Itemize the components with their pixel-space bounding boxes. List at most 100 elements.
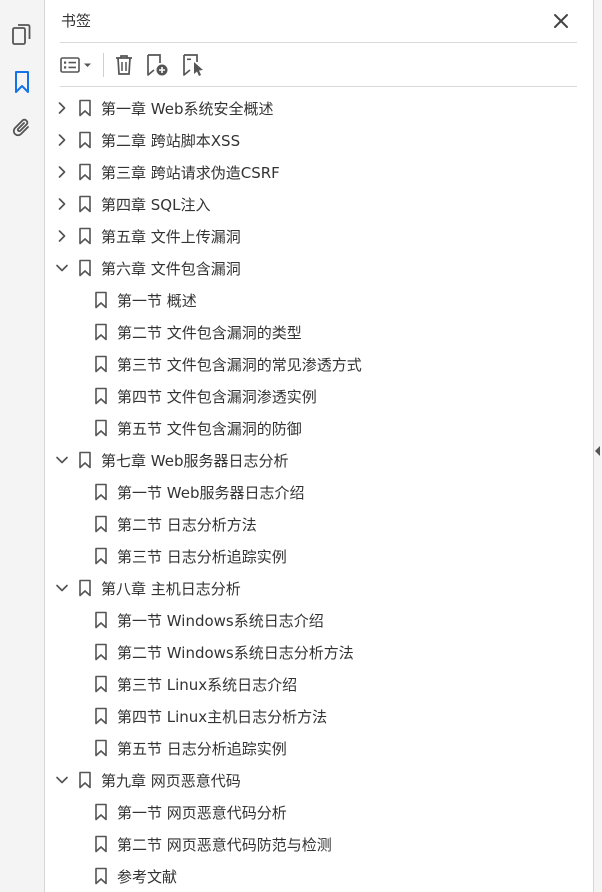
options-menu-button[interactable] xyxy=(59,51,97,79)
toolbar-divider xyxy=(60,86,577,87)
bookmark-label: 第一节 Web服务器日志介绍 xyxy=(117,484,305,502)
bookmark-label: 第一节 网页恶意代码分析 xyxy=(117,804,287,822)
bookmark-label: 第三节 日志分析追踪实例 xyxy=(117,548,287,566)
close-icon xyxy=(554,14,568,28)
bookmark-tree: 第一章 Web系统安全概述 第二章 跨站脚本XSS 第三章 跨站请求伪造CSRF 第四… xyxy=(45,92,593,892)
collapse-arrow-icon[interactable] xyxy=(595,446,600,456)
pages-icon[interactable] xyxy=(8,21,36,49)
bookmark-chapter-row[interactable]: 第五章 文件上传漏洞 xyxy=(45,220,593,252)
bookmark-section-row[interactable]: 第二节 Windows系统日志分析方法 xyxy=(45,636,593,668)
bookmark-icon xyxy=(78,99,92,117)
chevron-down-icon[interactable] xyxy=(55,453,69,467)
bookmark-chapter-row[interactable]: 第六章 文件包含漏洞 xyxy=(45,252,593,284)
bookmark-icon xyxy=(94,675,108,693)
bookmark-section-row[interactable]: 第一节 Windows系统日志介绍 xyxy=(45,604,593,636)
bookmark-icon xyxy=(78,227,92,245)
bookmark-section-row[interactable]: 第三节 文件包含漏洞的常见渗透方式 xyxy=(45,348,593,380)
bookmark-chapter-row[interactable]: 第二章 跨站脚本XSS xyxy=(45,124,593,156)
bookmark-icon xyxy=(94,867,108,885)
bookmark-icon[interactable] xyxy=(8,68,36,96)
bookmarks-toolbar xyxy=(45,44,593,86)
bookmark-label: 第五节 文件包含漏洞的防御 xyxy=(117,420,302,438)
bookmark-label: 第一章 Web系统安全概述 xyxy=(101,100,274,118)
bookmarks-panel: 书签 第一章 Web系统安全概述 第二章 跨站脚本XSS 第三章 跨站请求伪造C… xyxy=(45,0,593,892)
bookmark-label: 第二节 日志分析方法 xyxy=(117,516,257,534)
toolbar-separator xyxy=(103,53,104,77)
bookmark-section-row[interactable]: 第三节 日志分析追踪实例 xyxy=(45,540,593,572)
bookmark-icon xyxy=(94,323,108,341)
bookmark-label: 第三章 跨站请求伪造CSRF xyxy=(101,164,280,182)
bookmark-section-row[interactable]: 第四节 文件包含漏洞渗透实例 xyxy=(45,380,593,412)
bookmark-icon xyxy=(94,483,108,501)
chevron-right-icon[interactable] xyxy=(55,101,69,115)
bookmark-label: 第二章 跨站脚本XSS xyxy=(101,132,241,150)
bookmark-icon xyxy=(94,611,108,629)
bookmark-section-row[interactable]: 第二节 日志分析方法 xyxy=(45,508,593,540)
bookmark-icon xyxy=(94,355,108,373)
bookmark-section-row[interactable]: 第一节 网页恶意代码分析 xyxy=(45,796,593,828)
chevron-right-icon[interactable] xyxy=(55,165,69,179)
add-bookmark-icon xyxy=(147,54,168,76)
bookmark-chapter-row[interactable]: 第三章 跨站请求伪造CSRF xyxy=(45,156,593,188)
close-panel-button[interactable] xyxy=(551,11,571,31)
panel-collapse-edge[interactable] xyxy=(593,0,602,892)
bookmark-section-row[interactable]: 第二节 网页恶意代码防范与检测 xyxy=(45,828,593,860)
delete-bookmark-button[interactable] xyxy=(111,51,137,79)
bookmark-icon xyxy=(94,515,108,533)
bookmark-section-row[interactable]: 参考文献 xyxy=(45,860,593,892)
bookmark-section-row[interactable]: 第一节 概述 xyxy=(45,284,593,316)
bookmark-section-row[interactable]: 第五节 文件包含漏洞的防御 xyxy=(45,412,593,444)
chevron-down-icon[interactable] xyxy=(55,773,69,787)
bookmark-icon xyxy=(78,195,92,213)
bookmark-label: 第八章 主机日志分析 xyxy=(101,580,241,598)
bookmark-chapter-row[interactable]: 第七章 Web服务器日志分析 xyxy=(45,444,593,476)
chevron-down-icon[interactable] xyxy=(55,581,69,595)
bookmark-icon xyxy=(94,547,108,565)
bookmark-label: 第四节 文件包含漏洞渗透实例 xyxy=(117,388,317,406)
bookmark-icon xyxy=(78,131,92,149)
bookmark-label: 第一节 概述 xyxy=(117,292,197,310)
bookmark-label: 第三节 Linux系统日志介绍 xyxy=(117,676,298,694)
bookmark-icon xyxy=(94,739,108,757)
bookmark-chapter-row[interactable]: 第一章 Web系统安全概述 xyxy=(45,92,593,124)
bookmark-icon xyxy=(94,387,108,405)
bookmark-icon xyxy=(94,291,108,309)
bookmark-label: 第六章 文件包含漏洞 xyxy=(101,260,241,278)
bookmark-icon xyxy=(94,419,108,437)
chevron-down-icon[interactable] xyxy=(55,261,69,275)
bookmark-icon xyxy=(94,707,108,725)
bookmark-label: 第四节 Linux主机日志分析方法 xyxy=(117,708,328,726)
chevron-right-icon[interactable] xyxy=(55,229,69,243)
chevron-right-icon[interactable] xyxy=(55,197,69,211)
bookmark-icon xyxy=(94,643,108,661)
bookmark-label: 第三节 文件包含漏洞的常见渗透方式 xyxy=(117,356,362,374)
bookmark-icon xyxy=(78,451,92,469)
bookmark-chapter-row[interactable]: 第四章 SQL注入 xyxy=(45,188,593,220)
bookmark-label: 第七章 Web服务器日志分析 xyxy=(101,452,289,470)
bookmark-label: 参考文献 xyxy=(117,868,178,886)
bookmark-icon xyxy=(78,259,92,277)
panel-title: 书签 xyxy=(61,12,92,30)
bookmark-icon xyxy=(94,835,108,853)
bookmark-section-row[interactable]: 第四节 Linux主机日志分析方法 xyxy=(45,700,593,732)
bookmark-icon xyxy=(94,803,108,821)
bookmark-chapter-row[interactable]: 第八章 主机日志分析 xyxy=(45,572,593,604)
panel-header: 书签 xyxy=(45,0,593,42)
attachment-icon[interactable] xyxy=(8,114,36,142)
bookmark-label: 第二节 Windows系统日志分析方法 xyxy=(117,644,354,662)
new-bookmark-button[interactable] xyxy=(143,51,171,79)
bookmark-label: 第二节 文件包含漏洞的类型 xyxy=(117,324,302,342)
bookmark-label: 第二节 网页恶意代码防范与检测 xyxy=(117,836,332,854)
bookmark-chapter-row[interactable]: 第九章 网页恶意代码 xyxy=(45,764,593,796)
bookmark-section-row[interactable]: 第三节 Linux系统日志介绍 xyxy=(45,668,593,700)
chevron-right-icon[interactable] xyxy=(55,133,69,147)
bookmark-icon xyxy=(78,579,92,597)
bookmark-label: 第五章 文件上传漏洞 xyxy=(101,228,241,246)
bookmark-cursor-icon xyxy=(183,54,203,76)
bookmark-section-row[interactable]: 第一节 Web服务器日志介绍 xyxy=(45,476,593,508)
bookmark-icon xyxy=(78,163,92,181)
bookmark-section-row[interactable]: 第二节 文件包含漏洞的类型 xyxy=(45,316,593,348)
bookmark-section-row[interactable]: 第五节 日志分析追踪实例 xyxy=(45,732,593,764)
header-divider xyxy=(60,42,577,43)
bookmark-from-selection-button[interactable] xyxy=(179,51,207,79)
